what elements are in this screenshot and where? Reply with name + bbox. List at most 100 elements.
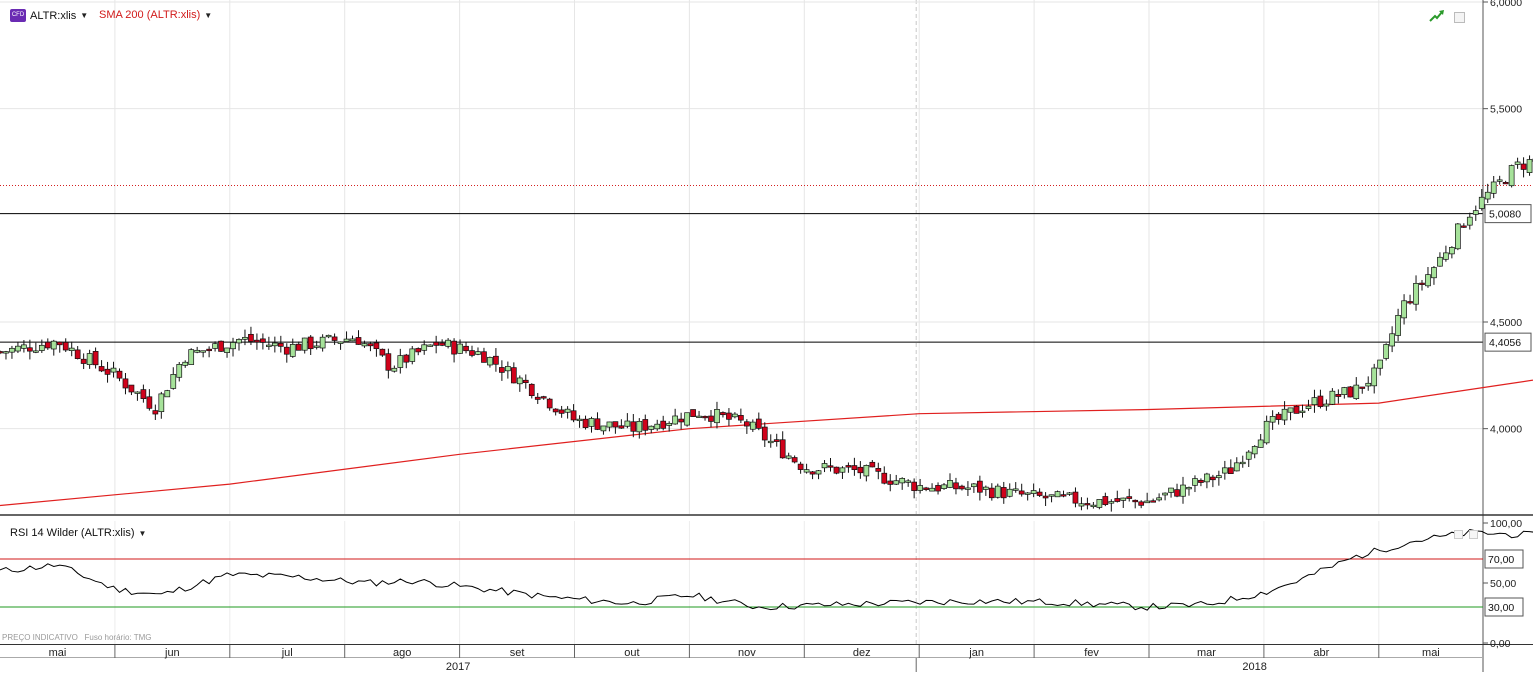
candle-up <box>110 367 117 373</box>
candle-up <box>1323 403 1330 407</box>
candle-up <box>1233 462 1240 472</box>
candle-up <box>947 480 953 488</box>
candle-down <box>1150 500 1156 503</box>
candle-up <box>648 425 655 430</box>
candle-up <box>194 349 201 353</box>
candle-up <box>1484 191 1491 200</box>
candle-down <box>62 341 69 351</box>
candle-up <box>1144 500 1151 504</box>
level-label: 5,0080 <box>1484 204 1532 224</box>
candle-up <box>785 455 792 459</box>
chevron-down-icon: ▼ <box>80 11 89 20</box>
indicator-selector[interactable]: SMA 200 (ALTR:xlis) ▼ <box>99 9 212 21</box>
trend-arrow-icon[interactable] <box>1429 9 1445 23</box>
candle-up <box>749 421 756 430</box>
rsi-y-tick-label: 100,00 <box>1490 518 1522 530</box>
instrument-label: ALTR:xlis <box>30 9 77 22</box>
candle-down <box>1210 476 1216 481</box>
candle-down <box>248 333 254 342</box>
candle-up <box>941 484 947 489</box>
level-label: 4,4056 <box>1484 332 1532 352</box>
candle-down <box>379 348 386 356</box>
candle-down <box>385 353 392 371</box>
close-icon[interactable] <box>1469 530 1478 539</box>
candle-up <box>212 343 218 349</box>
candle-down <box>522 379 529 384</box>
rsi-y-tick-label: 0,00 <box>1490 638 1511 650</box>
candle-up <box>1496 179 1503 182</box>
candle-down <box>56 341 63 346</box>
candle-up <box>1353 384 1360 399</box>
chevron-down-icon: ▼ <box>138 528 147 538</box>
candle-up <box>266 344 272 347</box>
candle-up <box>230 342 236 350</box>
candle-down <box>612 421 619 428</box>
candle-up <box>965 487 971 490</box>
candle-down <box>104 368 111 375</box>
candle-up <box>271 342 278 347</box>
candle-down <box>146 396 153 409</box>
candle-up <box>50 340 57 350</box>
candle-up <box>516 377 523 385</box>
candle-up <box>1269 416 1276 423</box>
candle-up <box>929 487 935 492</box>
candle-down <box>98 366 105 372</box>
candle-down <box>720 412 726 416</box>
candle-up <box>1490 181 1497 194</box>
footer-note: PREÇO INDICATIVO Fuso horário: TMG <box>2 633 152 642</box>
x-month-label: dez <box>853 647 871 659</box>
rsi-plot-area <box>0 521 1483 644</box>
chevron-down-icon: ▼ <box>204 10 213 20</box>
rsi-selector[interactable]: RSI 14 Wilder (ALTR:xlis) ▼ <box>10 527 146 539</box>
candle-down <box>439 342 445 346</box>
candle-up <box>732 413 738 418</box>
candle-down <box>690 409 696 417</box>
candle-down <box>74 349 81 360</box>
candle-down <box>953 482 959 490</box>
candle-down <box>845 465 852 468</box>
candle-up <box>714 409 720 424</box>
candle-down <box>1460 225 1467 228</box>
candle-up <box>893 480 900 485</box>
candle-down <box>1198 479 1204 483</box>
level-label-text: 5,0080 <box>1489 209 1521 221</box>
candle-up <box>319 336 326 349</box>
candle-down <box>1138 501 1145 506</box>
candle-down <box>708 415 714 422</box>
candle-down <box>44 341 51 349</box>
candle-up <box>1311 397 1318 405</box>
candle-up <box>1156 497 1162 501</box>
candle-up <box>1455 223 1461 250</box>
candle-up <box>301 337 308 351</box>
candle-down <box>1227 467 1234 474</box>
window-icon[interactable] <box>1454 530 1463 539</box>
candle-up <box>224 347 230 353</box>
candle-up <box>397 355 404 368</box>
candle-down <box>773 439 780 442</box>
candle-down <box>702 415 708 419</box>
candle-up <box>1186 487 1192 490</box>
candle-down <box>140 389 147 400</box>
candle-up <box>170 374 177 389</box>
candle-up <box>1090 504 1097 508</box>
candle-down <box>1036 491 1043 496</box>
candle-down <box>528 383 535 397</box>
candle-up <box>1251 446 1258 455</box>
candle-up <box>606 421 613 428</box>
candle-up <box>1449 247 1455 255</box>
candle-down <box>373 342 380 350</box>
candle-up <box>588 418 595 427</box>
candle-up <box>1305 405 1312 409</box>
candle-down <box>779 439 786 459</box>
window-icon[interactable] <box>1454 12 1465 23</box>
instrument-selector[interactable]: CFD ALTR:xlis ▼ <box>10 9 88 22</box>
candle-up <box>200 350 206 353</box>
candle-up <box>1162 492 1168 496</box>
candle-up <box>1389 333 1395 347</box>
candle-up <box>696 415 702 418</box>
candle-up <box>343 338 350 342</box>
candle-up <box>3 351 9 354</box>
candle-up <box>564 408 571 413</box>
candle-down <box>630 421 637 432</box>
candle-down <box>0 351 3 354</box>
